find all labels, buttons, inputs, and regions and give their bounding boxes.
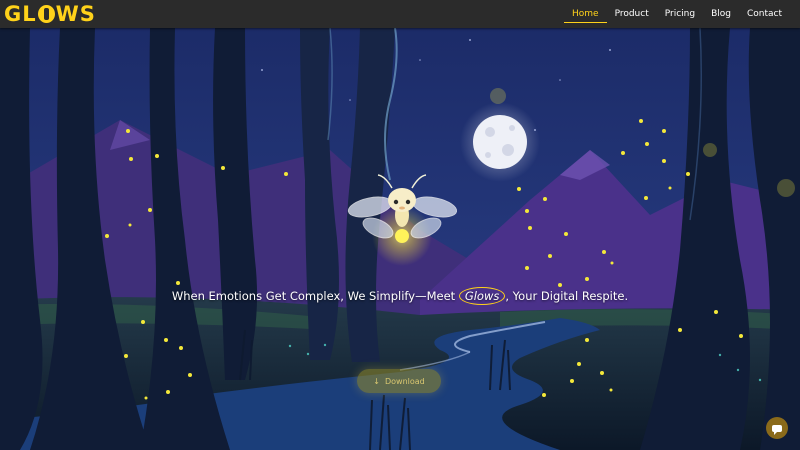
tagline-text-end: , Your Digital Respite.	[505, 289, 629, 303]
nav-contact-link[interactable]: Contact	[739, 0, 790, 28]
nav-home-link[interactable]: Home	[563, 0, 607, 28]
moon	[473, 115, 527, 169]
logo-text-start: GL	[4, 2, 37, 26]
nav-blog-link[interactable]: Blog	[703, 0, 739, 28]
chat-widget-button[interactable]	[766, 417, 788, 439]
hero-tagline: When Emotions Get Complex, We Simplify—M…	[0, 287, 800, 305]
download-button-label: Download	[384, 376, 425, 386]
top-navbar: GL WS Home Product Pricing Blog Contact	[0, 0, 800, 28]
glows-logo[interactable]: GL WS	[4, 2, 96, 26]
tagline-text-start: When Emotions Get Complex, We Simplify—M…	[171, 289, 459, 303]
logo-o-icon	[37, 5, 55, 23]
nav-pricing-link[interactable]: Pricing	[657, 0, 703, 28]
download-arrow-icon: ↓	[373, 376, 380, 386]
chat-bubble-icon	[772, 424, 782, 435]
nav-product-link[interactable]: Product	[607, 0, 657, 28]
tagline-highlight: Glows	[458, 287, 506, 305]
main-nav: Home Product Pricing Blog Contact	[563, 0, 790, 28]
logo-text-end: WS	[55, 2, 96, 26]
download-button[interactable]: ↓ Download	[357, 369, 441, 393]
